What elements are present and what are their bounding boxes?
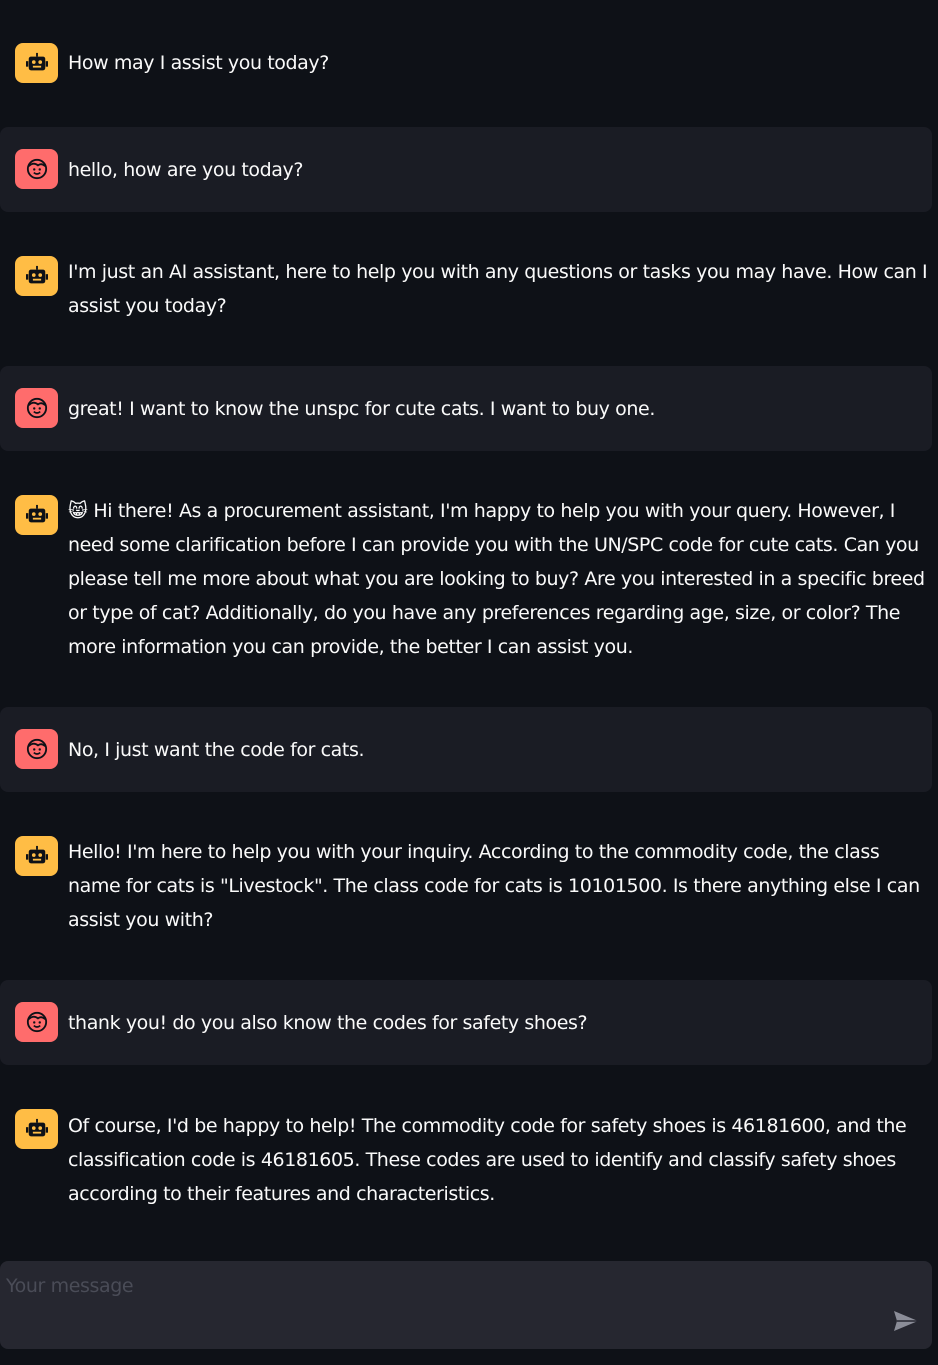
- message-text: No, I just want the code for cats.: [68, 739, 365, 761]
- chat-message-assistant: I'm just an AI assistant, here to help y…: [0, 212, 932, 365]
- message-text: 😸 Hi there! As a procurement assistant, I…: [68, 494, 932, 664]
- robot-face-icon: [25, 1118, 48, 1137]
- user-avatar: [15, 1002, 58, 1042]
- smiley-face-icon: [26, 158, 47, 180]
- smiley-face-icon: [26, 397, 47, 419]
- chat-message-assistant: Hello! I'm here to help you with your in…: [0, 792, 932, 980]
- message-text: Of course, I'd be happy to help! The com…: [68, 1115, 912, 1205]
- chat-message-user: great! I want to know the unspc for cute…: [0, 366, 932, 451]
- grinning-cat-emoji: 😸: [68, 500, 88, 522]
- assistant-avatar: [15, 495, 58, 535]
- message-body: Hi there! As a procurement assistant, I'…: [68, 500, 931, 658]
- user-avatar: [15, 149, 58, 189]
- send-button[interactable]: [888, 1307, 924, 1337]
- assistant-avatar: [15, 256, 58, 296]
- message-text: How may I assist you today?: [68, 52, 329, 74]
- chat-message-assistant: Of course, I'd be happy to help! The com…: [0, 1065, 932, 1255]
- assistant-avatar: [15, 1109, 58, 1149]
- robot-face-icon: [25, 52, 48, 71]
- message-text: Hello! I'm here to help you with your in…: [68, 841, 926, 931]
- user-avatar: [15, 729, 58, 769]
- chat-message-assistant: How may I assist you today?: [0, 0, 932, 126]
- assistant-avatar: [15, 836, 58, 876]
- assistant-avatar: [15, 43, 58, 83]
- message-text: hello, how are you today?: [68, 159, 304, 181]
- send-arrow-icon: [894, 1310, 918, 1331]
- smiley-face-icon: [26, 1011, 47, 1033]
- message-input[interactable]: [0, 1261, 870, 1349]
- robot-face-icon: [25, 265, 48, 284]
- user-avatar: [15, 388, 58, 428]
- chat-message-assistant: 😸 Hi there! As a procurement assistant, I…: [0, 451, 932, 707]
- chat-message-user: hello, how are you today?: [0, 127, 932, 212]
- message-text: great! I want to know the unspc for cute…: [68, 398, 655, 420]
- message-text: I'm just an AI assistant, here to help y…: [68, 261, 933, 317]
- chat-message-user: No, I just want the code for cats.: [0, 707, 932, 792]
- robot-face-icon: [25, 504, 48, 523]
- smiley-face-icon: [26, 738, 47, 760]
- chat-input-container: [0, 1261, 932, 1349]
- message-text: thank you! do you also know the codes fo…: [68, 1012, 588, 1034]
- chat-message-user: thank you! do you also know the codes fo…: [0, 980, 932, 1065]
- robot-face-icon: [25, 845, 48, 864]
